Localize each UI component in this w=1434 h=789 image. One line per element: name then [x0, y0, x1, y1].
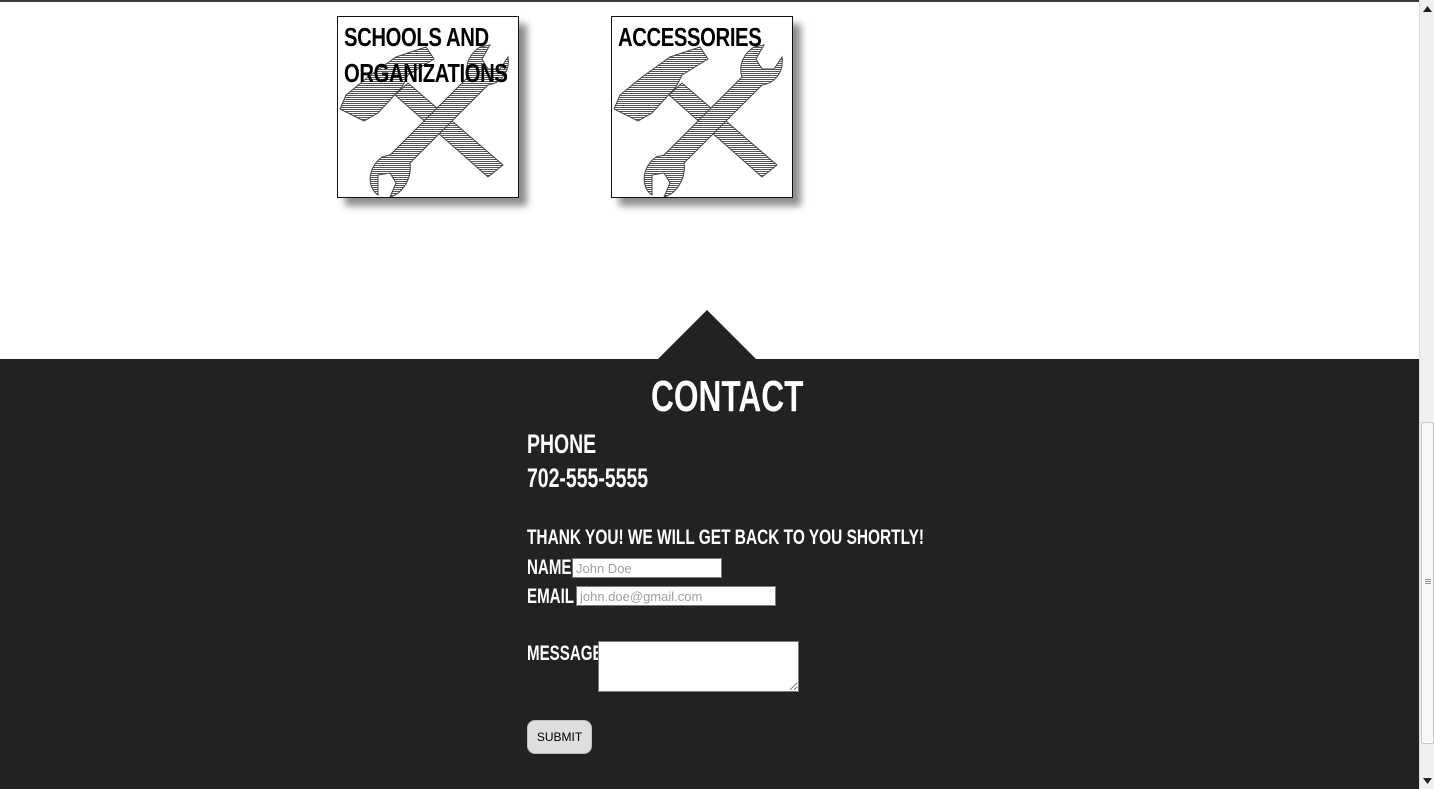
- name-input[interactable]: [572, 558, 722, 578]
- phone-number: 702-555-5555: [527, 463, 649, 493]
- page: Schools and Organizations Accessories Co…: [0, 0, 1419, 789]
- message-label: Message: [527, 642, 603, 665]
- scroll-thumb[interactable]: [1421, 422, 1434, 744]
- contact-section: Contact Phone 702-555-5555 Thank you! We…: [0, 359, 1419, 789]
- scroll-down-arrow-icon[interactable]: [1420, 772, 1434, 789]
- category-title: Accessories: [618, 22, 762, 52]
- scroll-grip-icon: [1425, 579, 1431, 585]
- message-textarea[interactable]: [598, 641, 799, 692]
- category-tile-schools[interactable]: Schools and Organizations: [337, 16, 519, 198]
- vertical-scrollbar[interactable]: [1419, 0, 1434, 789]
- category-tile-accessories[interactable]: Accessories: [611, 16, 793, 198]
- top-border: [0, 0, 1419, 2]
- contact-section-notch: [657, 310, 757, 360]
- submit-button[interactable]: Submit: [527, 720, 592, 754]
- category-title: Schools and Organizations: [344, 22, 508, 88]
- contact-heading: Contact: [651, 372, 804, 421]
- email-input[interactable]: [576, 586, 776, 606]
- email-label: Email: [527, 585, 575, 608]
- name-label: Name: [527, 556, 572, 579]
- thank-you-message: Thank you! We will get back to you short…: [527, 526, 925, 549]
- phone-label: Phone: [527, 429, 597, 459]
- scroll-up-arrow-icon[interactable]: [1420, 0, 1434, 17]
